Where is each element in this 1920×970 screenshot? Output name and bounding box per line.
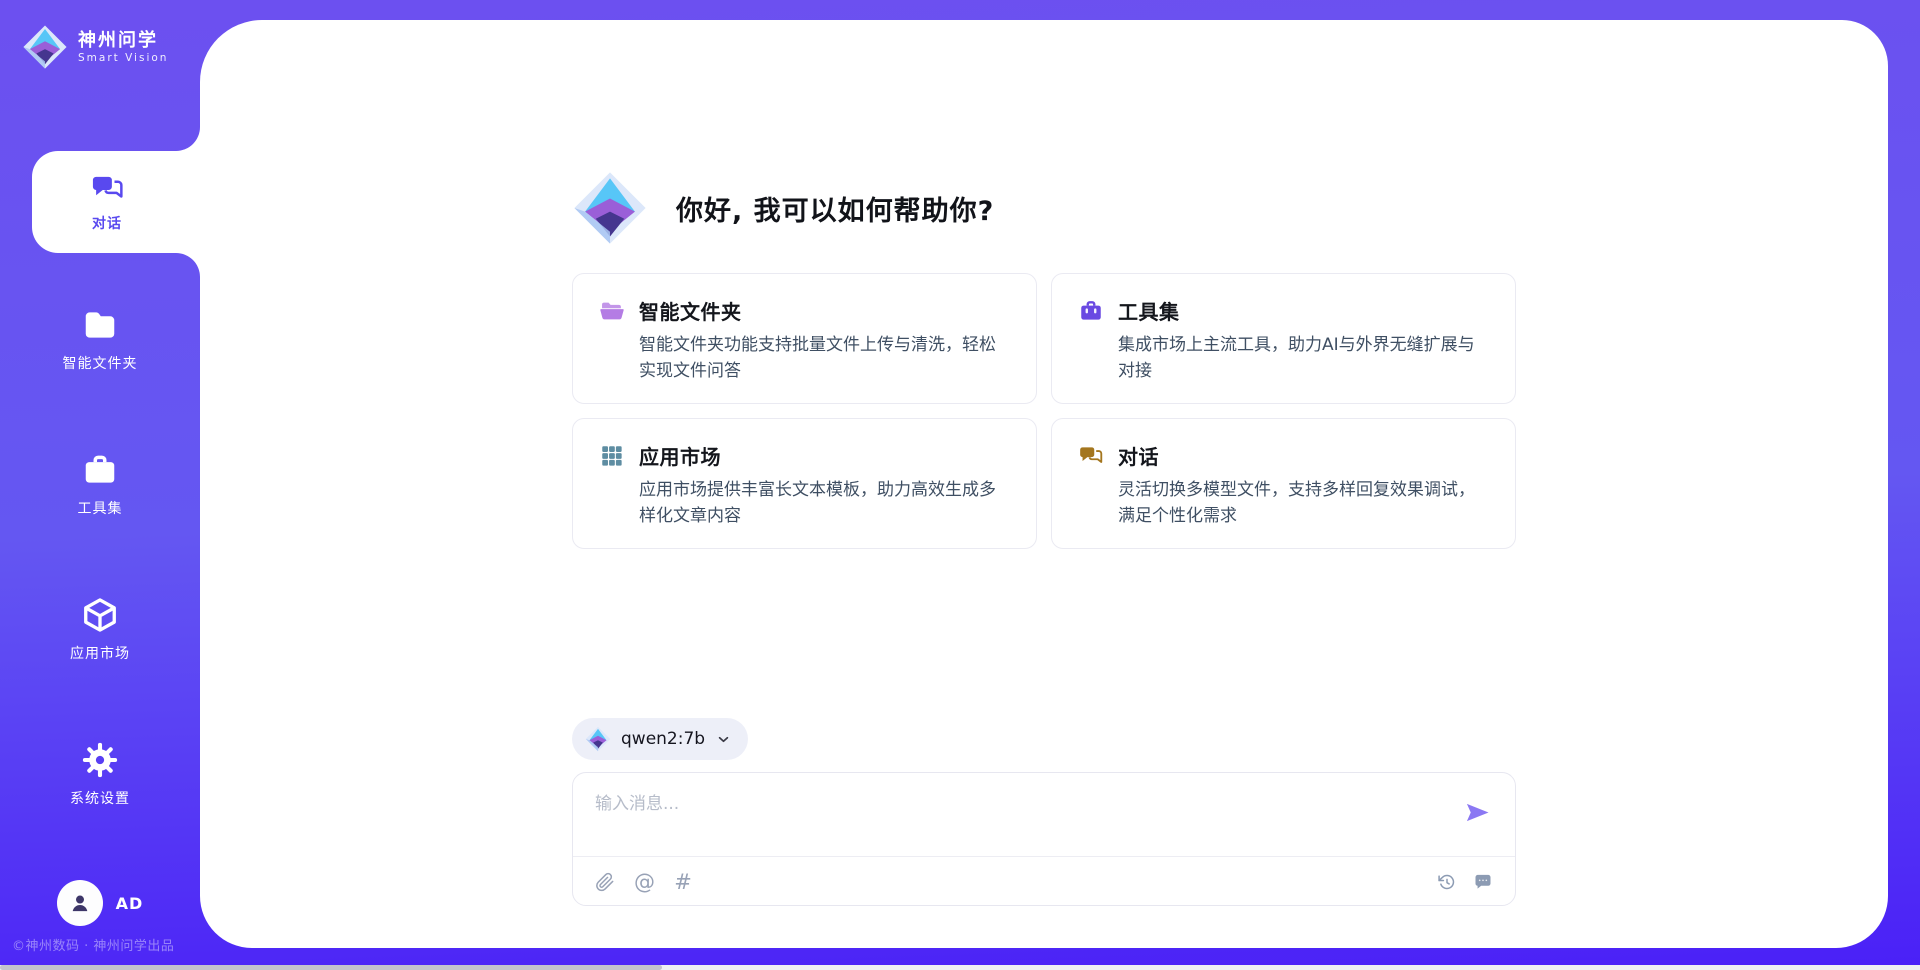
sidebar-item-label: 应用市场 — [70, 643, 130, 663]
sidebar-item-label: 系统设置 — [70, 788, 130, 808]
grid-icon — [599, 443, 625, 469]
assistant-gem-icon — [572, 170, 648, 246]
model-selector[interactable]: qwen2:7b — [572, 718, 748, 760]
feature-cards: 智能文件夹智能文件夹功能支持批量文件上传与清洗，轻松实现文件问答工具集集成市场上… — [572, 273, 1516, 549]
chevron-down-icon — [715, 731, 732, 748]
message-input[interactable] — [595, 789, 1395, 847]
user-menu[interactable]: AD — [0, 880, 200, 926]
sidebar-item-label: 智能文件夹 — [63, 353, 138, 373]
card-description: 应用市场提供丰富长文本模板，助力高效生成多样化文章内容 — [639, 478, 1010, 529]
briefcase-icon — [1078, 298, 1104, 324]
brand-name: 神州问学 — [78, 30, 168, 53]
scrollbar-thumb[interactable] — [0, 965, 662, 970]
sidebar-item-chat[interactable]: 对话 — [32, 151, 210, 253]
sidebar-item-toolset[interactable]: 工具集 — [0, 451, 200, 518]
sidebar-item-smart-folder[interactable]: 智能文件夹 — [0, 306, 200, 373]
brand-logo-icon — [22, 24, 68, 70]
brand-subtitle: Smart Vision — [78, 52, 168, 64]
card-title: 工具集 — [1118, 296, 1180, 325]
cube-icon — [81, 596, 119, 634]
card-head: 应用市场 — [599, 441, 1010, 470]
feature-card-toolset[interactable]: 工具集集成市场上主流工具，助力AI与外界无缝扩展与对接 — [1051, 273, 1516, 404]
chat-bubble-icon[interactable] — [1473, 872, 1493, 892]
composer-toolbar: @# — [595, 857, 1493, 906]
sidebar-item-label: 对话 — [92, 213, 122, 233]
card-title: 智能文件夹 — [639, 296, 742, 325]
paperclip-icon[interactable] — [595, 872, 615, 892]
greeting-text: 你好, 我可以如何帮助你? — [676, 189, 994, 228]
card-head: 工具集 — [1078, 296, 1489, 325]
at-sign-icon[interactable]: @ — [634, 872, 654, 892]
tab-fillet-bottom — [176, 253, 200, 277]
history-icon[interactable] — [1437, 872, 1457, 892]
sidebar-item-settings[interactable]: 系统设置 — [0, 741, 200, 808]
card-title: 应用市场 — [639, 441, 721, 470]
gear-icon — [81, 741, 119, 779]
card-description: 集成市场上主流工具，助力AI与外界无缝扩展与对接 — [1118, 333, 1489, 384]
main-panel: 你好, 我可以如何帮助你? 智能文件夹智能文件夹功能支持批量文件上传与清洗，轻松… — [200, 20, 1888, 948]
feature-card-chat[interactable]: 对话灵活切换多模型文件，支持多样回复效果调试，满足个性化需求 — [1051, 418, 1516, 549]
avatar — [57, 880, 103, 926]
feature-card-smart-folder[interactable]: 智能文件夹智能文件夹功能支持批量文件上传与清洗，轻松实现文件问答 — [572, 273, 1037, 404]
card-head: 智能文件夹 — [599, 296, 1010, 325]
horizontal-scrollbar — [0, 965, 1920, 970]
sidebar-item-label: 工具集 — [78, 498, 123, 518]
chat-home-content: 你好, 我可以如何帮助你? 智能文件夹智能文件夹功能支持批量文件上传与清洗，轻松… — [572, 20, 1516, 948]
tab-fillet-top — [176, 127, 200, 151]
model-gem-icon — [585, 726, 611, 752]
folder-icon — [81, 306, 119, 344]
copyright-text: ©神州数码 · 神州问学出品 — [12, 935, 200, 954]
message-composer: @# — [572, 772, 1516, 906]
card-description: 智能文件夹功能支持批量文件上传与清洗，轻松实现文件问答 — [639, 333, 1010, 384]
user-name: AD — [116, 894, 144, 913]
chat-icon — [1078, 443, 1104, 469]
send-button[interactable] — [1464, 799, 1491, 826]
toolbar-left-icons: @# — [595, 872, 693, 892]
brand: 神州问学 Smart Vision — [22, 24, 168, 70]
folder-open-icon — [599, 298, 625, 324]
greeting-row: 你好, 我可以如何帮助你? — [572, 170, 994, 246]
briefcase-icon — [81, 451, 119, 489]
sidebar-item-app-market[interactable]: 应用市场 — [0, 596, 200, 663]
person-icon — [67, 890, 93, 916]
card-title: 对话 — [1118, 441, 1159, 470]
chat-icon — [90, 171, 125, 206]
card-head: 对话 — [1078, 441, 1489, 470]
card-description: 灵活切换多模型文件，支持多样回复效果调试，满足个性化需求 — [1118, 478, 1489, 529]
model-name: qwen2:7b — [621, 729, 705, 749]
hash-icon[interactable]: # — [673, 872, 693, 892]
sidebar: 神州问学 Smart Vision 对话智能文件夹工具集应用市场系统设置 AD … — [0, 0, 200, 970]
toolbar-right-icons — [1437, 872, 1493, 892]
feature-card-app-market[interactable]: 应用市场应用市场提供丰富长文本模板，助力高效生成多样化文章内容 — [572, 418, 1037, 549]
